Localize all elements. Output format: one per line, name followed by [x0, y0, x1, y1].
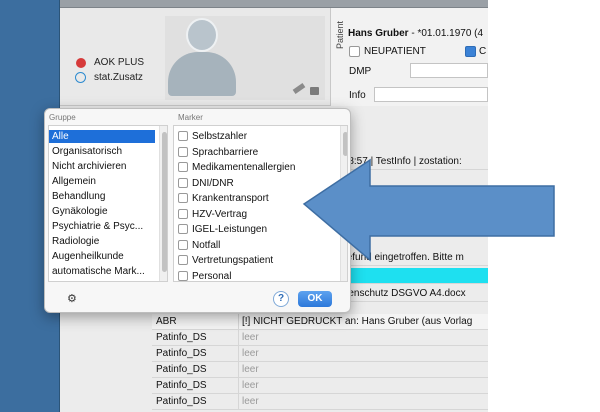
row-type: Patinfo_DS	[156, 380, 207, 391]
row-text: leer	[242, 396, 259, 407]
column-divider	[238, 394, 239, 409]
stat-zusatz-label: stat.Zusatz	[94, 72, 143, 83]
marker-checkbox[interactable]	[178, 224, 188, 234]
groups-list[interactable]: Alle Organisatorisch Nicht archivieren Allg…	[48, 125, 168, 282]
row-type: Patinfo_DS	[156, 396, 207, 407]
marker-checkbox[interactable]	[178, 177, 188, 188]
patient-vertical-label: Patient	[335, 20, 346, 50]
row-text: leer	[242, 332, 259, 343]
marker-checkbox[interactable]	[178, 208, 188, 219]
marker-label: Vertretungspatient	[192, 255, 274, 266]
group-item[interactable]: Psychiatrie & Psyc...	[49, 220, 155, 233]
row-text: leer	[242, 348, 259, 359]
column-divider	[238, 378, 239, 393]
column-divider	[238, 362, 239, 377]
marker-label: Personal	[192, 270, 232, 282]
neupatient-label: NEUPATIENT	[364, 46, 426, 57]
top-toolbar-strip	[60, 0, 488, 8]
column-divider	[238, 314, 239, 329]
row-type: Patinfo_DS	[156, 348, 207, 359]
group-item[interactable]: Radiologie	[49, 235, 155, 248]
group-item[interactable]: Gynäkologie	[49, 205, 155, 218]
table-row[interactable]: Patinfo_DS leer	[152, 378, 488, 394]
table-row[interactable]: Patinfo_DS leer	[152, 346, 488, 362]
markers-scroll-thumb[interactable]	[343, 132, 347, 156]
row-type: Patinfo_DS	[156, 332, 207, 343]
groups-header: Gruppe	[49, 113, 76, 122]
marker-item[interactable]: Selbstzahler	[174, 130, 334, 144]
marker-checkbox[interactable]	[178, 162, 188, 172]
group-item[interactable]: Behandlung	[49, 190, 155, 203]
marker-label: Notfall	[192, 239, 221, 251]
group-item[interactable]: automatische Mark...	[49, 265, 155, 278]
row-text: atenschutz DSGVO A4.docx	[340, 288, 466, 299]
patient-name: Hans Gruber	[348, 28, 409, 39]
groups-scroll-thumb[interactable]	[162, 132, 167, 272]
marker-checkbox[interactable]	[178, 146, 188, 157]
dmp-label: DMP	[349, 66, 372, 77]
row-text: [!] NICHT GEDRUCKT an: Hans Gruber (aus …	[242, 316, 473, 327]
row-text: leer	[242, 364, 259, 375]
table-row[interactable]: Patinfo_DS leer	[152, 362, 488, 378]
marker-label: DNI/DNR	[192, 177, 234, 189]
dmp-field[interactable]	[410, 63, 488, 78]
info-label: Info	[349, 90, 366, 101]
table-row[interactable]: Patinfo_DS leer	[152, 330, 488, 346]
marker-item[interactable]: Personal	[174, 270, 334, 282]
marker-checkbox[interactable]	[178, 270, 188, 281]
markers-header: Marker	[178, 113, 203, 122]
group-item[interactable]: Alle	[49, 130, 155, 143]
group-item[interactable]: Nicht archivieren	[49, 160, 155, 173]
arrow-shape	[302, 158, 555, 262]
row-type: Patinfo_DS	[156, 364, 207, 375]
group-item[interactable]: Organisatorisch	[49, 145, 155, 158]
avatar-body	[168, 52, 236, 96]
marker-label: Medikamentenallergien	[192, 162, 296, 173]
group-item[interactable]: Allgemein	[49, 175, 155, 188]
insurance-label: AOK PLUS	[94, 57, 145, 68]
marker-checkbox[interactable]	[178, 255, 188, 265]
clock-icon[interactable]	[75, 72, 86, 83]
groups-items: Alle Organisatorisch Nicht archivieren Allg…	[49, 130, 157, 280]
marker-label: Krankentransport	[192, 193, 269, 204]
info-field[interactable]	[374, 87, 488, 102]
lock-icon[interactable]	[310, 87, 319, 95]
neupatient-checkbox[interactable]	[349, 46, 360, 57]
checked-label: C	[479, 46, 487, 57]
patient-name-line: Hans Gruber - *01.01.1970 (4	[348, 28, 483, 39]
marker-label: Selbstzahler	[192, 131, 248, 142]
column-divider	[238, 346, 239, 361]
avatar[interactable]	[186, 18, 218, 52]
groups-scrollbar[interactable]	[159, 126, 167, 281]
row-type: ABR	[156, 316, 177, 327]
annotation-arrow	[302, 158, 555, 262]
checked-checkbox[interactable]	[465, 46, 476, 57]
marker-checkbox[interactable]	[178, 239, 188, 250]
group-item[interactable]: Augenheilkunde	[49, 250, 155, 263]
marker-checkbox[interactable]	[178, 193, 188, 203]
row-text: leer	[242, 380, 259, 391]
marker-checkbox[interactable]	[178, 131, 188, 141]
marker-label: IGEL-Leistungen	[192, 224, 268, 235]
table-row[interactable]: Patinfo_DS leer	[152, 394, 488, 410]
patient-dob: - *01.01.1970 (4	[411, 28, 484, 39]
column-divider	[238, 330, 239, 345]
ok-button[interactable]: OK	[298, 291, 332, 307]
gear-icon[interactable]: ⚙	[67, 292, 77, 305]
help-button[interactable]: ?	[273, 291, 289, 307]
marker-label: HZV-Vertrag	[192, 208, 248, 220]
alarm-icon[interactable]	[76, 58, 86, 68]
table-row[interactable]: ABR [!] NICHT GEDRUCKT an: Hans Gruber (a…	[152, 314, 488, 330]
marker-label: Sprachbarriere	[192, 146, 259, 158]
